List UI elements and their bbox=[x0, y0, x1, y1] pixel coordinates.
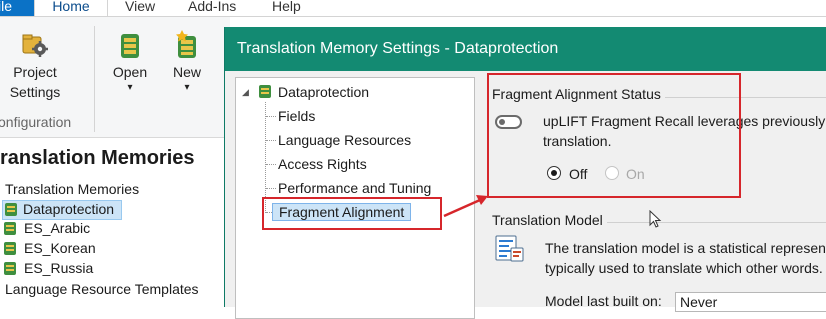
tree-connector bbox=[266, 140, 276, 141]
project-settings-label-2: Settings bbox=[9, 84, 61, 100]
templates-label[interactable]: Language Resource Templates bbox=[5, 281, 199, 297]
model-last-built-label: Model last built on: bbox=[545, 293, 662, 309]
list-item-tm[interactable]: ES_Korean bbox=[3, 240, 123, 258]
model-last-built-field: Never bbox=[675, 292, 826, 312]
list-item-tm-selected[interactable]: Dataprotection bbox=[2, 200, 122, 220]
project-settings-button[interactable]: Project Settings bbox=[0, 30, 70, 102]
new-label: New bbox=[172, 64, 201, 80]
ribbon-tab-bar bbox=[0, 0, 826, 17]
tm-database-icon bbox=[176, 30, 196, 58]
tm-item-label: ES_Arabic bbox=[24, 220, 91, 236]
tab-home[interactable]: Home bbox=[34, 0, 108, 16]
tab-add-ins[interactable]: Add-Ins bbox=[188, 0, 236, 14]
group-label-configuration: onfiguration bbox=[0, 114, 72, 130]
tree-item-fields[interactable]: Fields bbox=[278, 108, 315, 124]
list-item-tm[interactable]: ES_Arabic bbox=[3, 220, 123, 238]
annotation-arrow-icon bbox=[443, 195, 488, 218]
open-label: Open bbox=[112, 64, 148, 80]
open-dropdown-arrow[interactable]: ▾ bbox=[106, 82, 154, 94]
tree-item-access-rights[interactable]: Access Rights bbox=[278, 156, 367, 172]
translation-model-heading: Translation Model bbox=[492, 212, 607, 228]
translation-model-icon bbox=[495, 235, 524, 262]
tm-item-label: ES_Russia bbox=[24, 260, 94, 276]
tab-help[interactable]: Help bbox=[272, 0, 301, 14]
model-desc-line-1: The translation model is a statistical r… bbox=[545, 240, 826, 256]
tm-root-label[interactable]: Translation Memories bbox=[5, 181, 139, 197]
tab-view[interactable]: View bbox=[125, 0, 155, 14]
tree-connector bbox=[266, 116, 276, 117]
tm-database-icon bbox=[5, 203, 17, 216]
list-item-tm[interactable]: ES_Russia bbox=[3, 260, 123, 278]
tree-expander[interactable]: ◢ bbox=[242, 87, 249, 98]
tm-database-icon bbox=[121, 34, 139, 58]
annotation-highlight-tree-item bbox=[262, 197, 442, 230]
tm-database-icon bbox=[4, 242, 16, 255]
tm-item-label: Dataprotection bbox=[23, 201, 115, 217]
tree-item-performance[interactable]: Performance and Tuning bbox=[278, 180, 431, 196]
new-button[interactable]: New ▾ bbox=[164, 30, 210, 94]
tm-item-label: ES_Korean bbox=[24, 240, 96, 256]
tree-item-language-resources[interactable]: Language Resources bbox=[278, 132, 411, 148]
tree-connector bbox=[266, 188, 276, 189]
mouse-pointer-icon bbox=[649, 210, 662, 228]
tm-database-icon bbox=[259, 85, 271, 98]
ribbon-separator bbox=[94, 26, 95, 132]
settings-gear-icon bbox=[22, 34, 48, 57]
open-button[interactable]: Open ▾ bbox=[106, 30, 154, 94]
tree-root-label[interactable]: Dataprotection bbox=[278, 84, 369, 100]
tm-database-icon bbox=[4, 222, 16, 235]
tab-file[interactable]: ile bbox=[0, 0, 34, 16]
new-dropdown-arrow[interactable]: ▾ bbox=[164, 82, 210, 94]
tm-database-icon bbox=[4, 262, 16, 275]
model-desc-line-2: typically used to translate which other … bbox=[545, 260, 823, 276]
project-settings-label-1: Project bbox=[13, 64, 57, 80]
dialog-title: Translation Memory Settings - Dataprotec… bbox=[225, 27, 826, 71]
annotation-highlight-status bbox=[487, 73, 741, 198]
tree-connector bbox=[266, 164, 276, 165]
pane-title: ranslation Memories bbox=[0, 147, 195, 169]
